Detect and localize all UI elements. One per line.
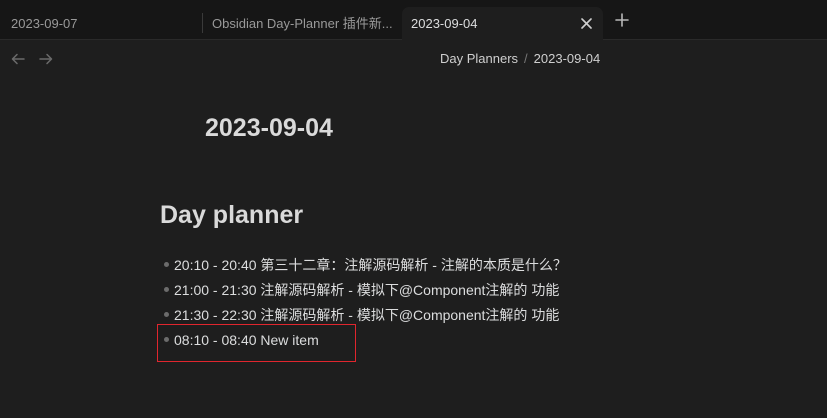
plus-icon[interactable] <box>612 10 632 30</box>
breadcrumb: Day Planners / 2023-09-04 <box>440 49 600 69</box>
highlight-annotation <box>157 324 356 362</box>
tab-day-planner-plugin[interactable]: Obsidian Day-Planner 插件新... <box>202 7 402 40</box>
obsidian-window: 2023-09-07 Obsidian Day-Planner 插件新... 2… <box>0 0 827 418</box>
breadcrumb-folder[interactable]: Day Planners <box>440 51 518 66</box>
list-item-text: 21:30 - 22:30 注解源码解析 - 模拟下@Component注解的 … <box>174 307 560 323</box>
tab-label: 2023-09-04 <box>411 16 478 31</box>
arrow-right-icon[interactable] <box>38 51 54 67</box>
bullet-dot <box>164 312 169 317</box>
tab-2023-09-04[interactable]: 2023-09-04 <box>402 7 603 41</box>
note-title[interactable]: 2023-09-04 <box>205 112 333 144</box>
tab-label: Obsidian Day-Planner 插件新... <box>212 16 393 31</box>
tab-bar: 2023-09-07 Obsidian Day-Planner 插件新... 2… <box>0 0 827 41</box>
breadcrumb-file[interactable]: 2023-09-04 <box>534 51 601 66</box>
bullet-dot <box>164 287 169 292</box>
navigation-bar: Day Planners / 2023-09-04 <box>0 41 827 77</box>
list-item[interactable]: 21:00 - 21:30 注解源码解析 - 模拟下@Component注解的 … <box>160 279 780 304</box>
list-item-text: 20:10 - 20:40 第三十二章：注解源码解析 - 注解的本质是什么？ <box>174 257 567 273</box>
list-item-text: 21:00 - 21:30 注解源码解析 - 模拟下@Component注解的 … <box>174 282 560 298</box>
tab-2023-09-07[interactable]: 2023-09-07 <box>0 7 202 40</box>
day-planner-heading: Day planner <box>160 201 304 229</box>
arrow-left-icon[interactable] <box>10 51 26 67</box>
tab-label: 2023-09-07 <box>11 16 78 31</box>
bullet-dot <box>164 262 169 267</box>
breadcrumb-separator: / <box>524 51 528 66</box>
list-item[interactable]: 20:10 - 20:40 第三十二章：注解源码解析 - 注解的本质是什么？ <box>160 254 780 279</box>
close-icon[interactable] <box>579 7 593 40</box>
